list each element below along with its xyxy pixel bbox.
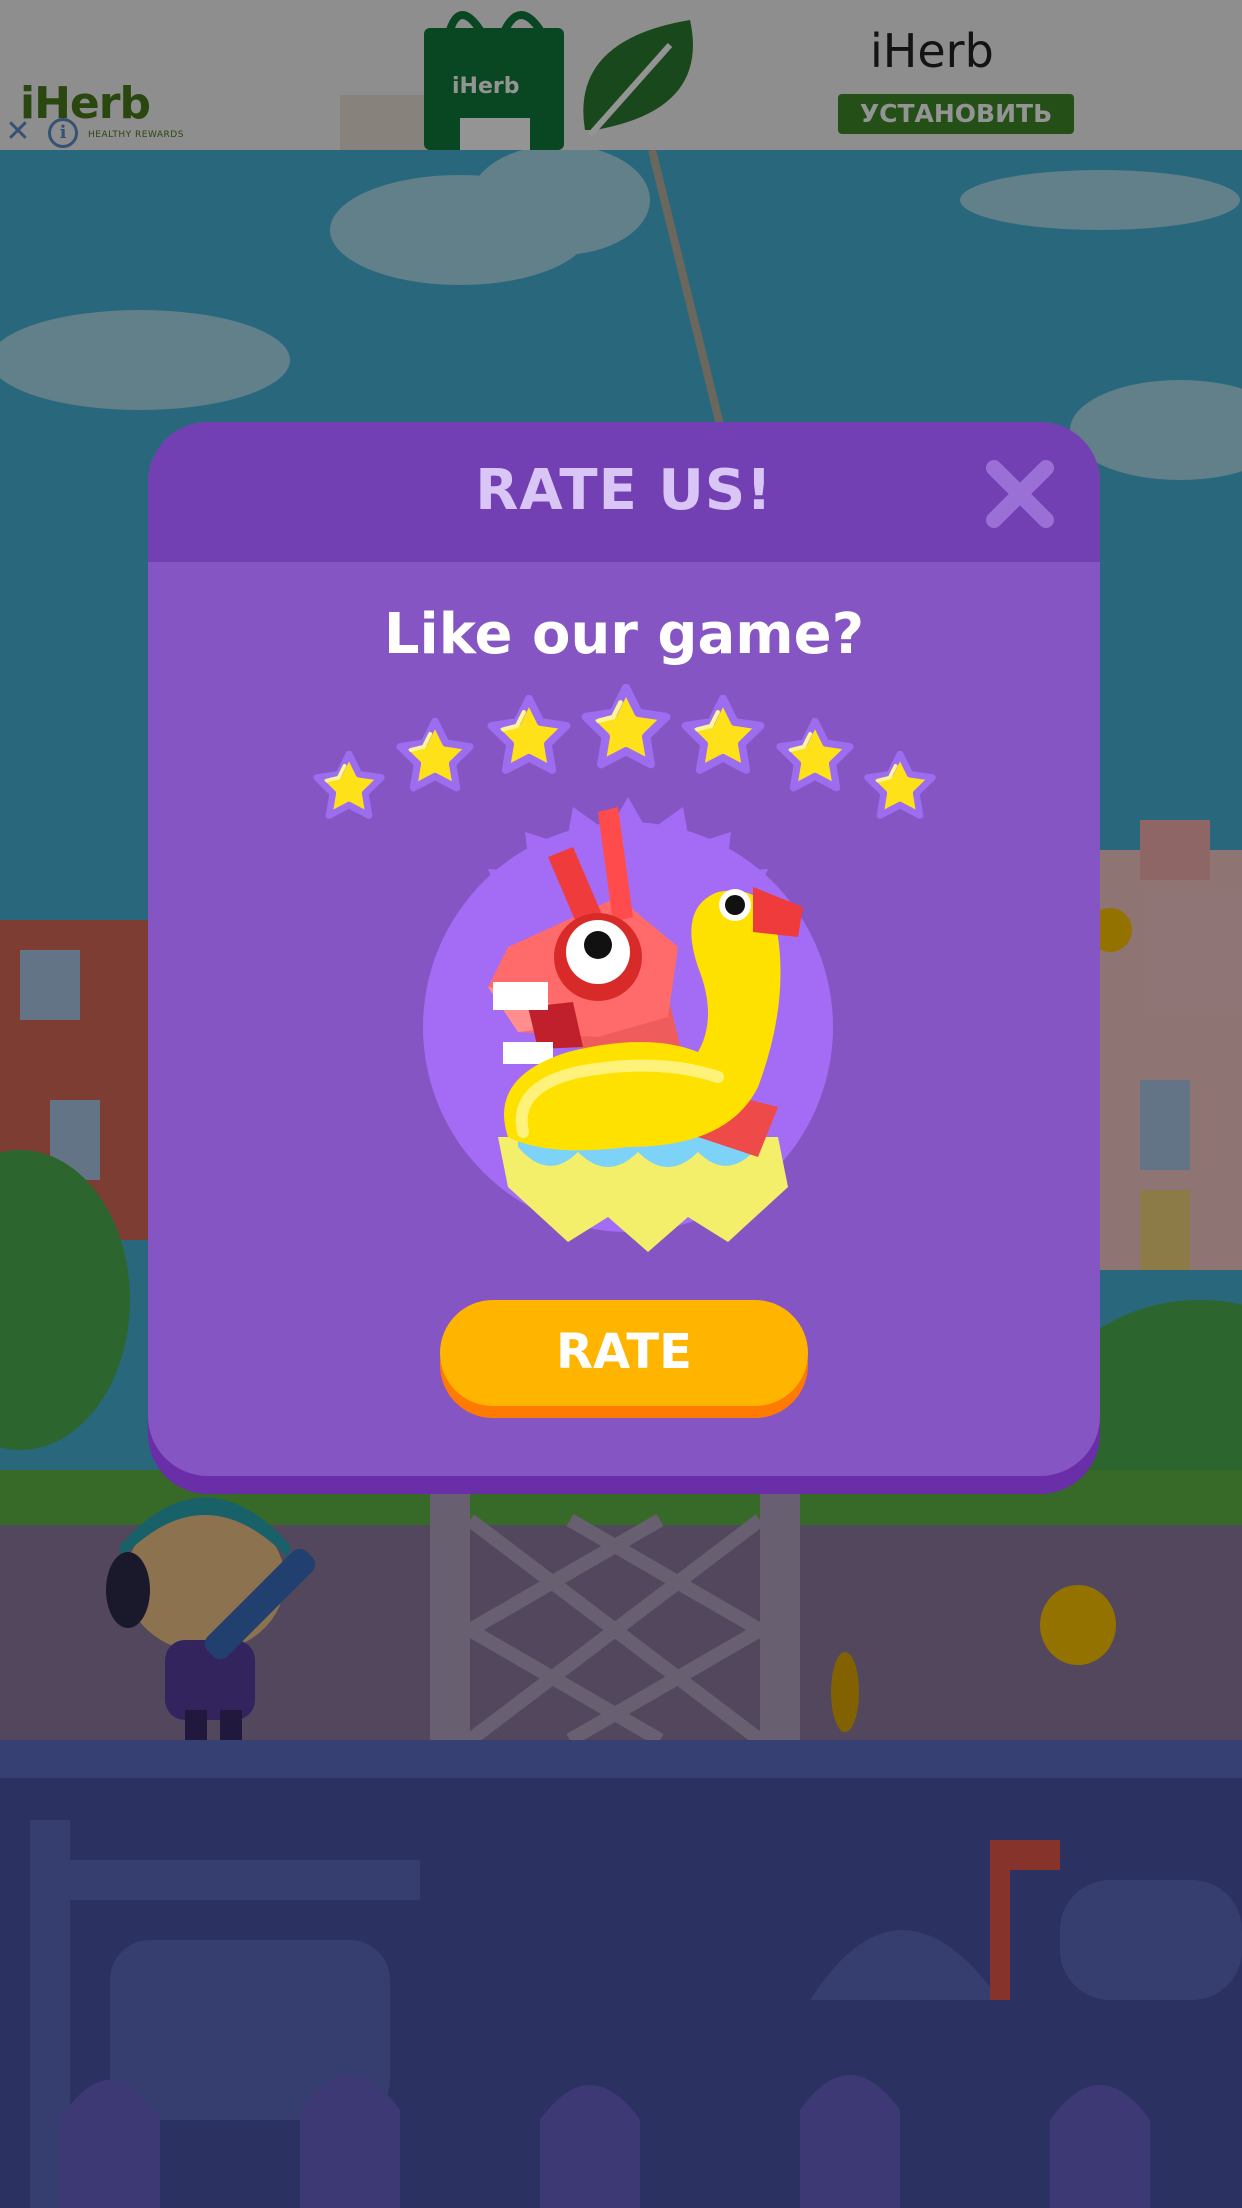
rate-button[interactable]: RATE (440, 1300, 808, 1418)
star-icon[interactable] (400, 721, 470, 788)
star-icon[interactable] (491, 698, 566, 770)
ad-dim-overlay (0, 0, 1242, 150)
pinata-mascot-image (423, 797, 833, 1252)
star-icon[interactable] (317, 754, 382, 816)
rate-dialog: RATE US! Like our game? RATE (148, 422, 1100, 1494)
star-icon[interactable] (868, 754, 933, 816)
star-icon[interactable] (586, 688, 666, 765)
rate-button-label: RATE (556, 1324, 692, 1380)
ad-banner[interactable]: iHerb iHerb HEALTHY REWARDS ✕ i iHerb УС… (0, 0, 1242, 150)
rating-stars (148, 422, 1100, 842)
rate-dialog-body: RATE US! Like our game? RATE (148, 422, 1100, 1476)
star-icon[interactable] (685, 698, 760, 770)
star-icon[interactable] (780, 721, 850, 788)
